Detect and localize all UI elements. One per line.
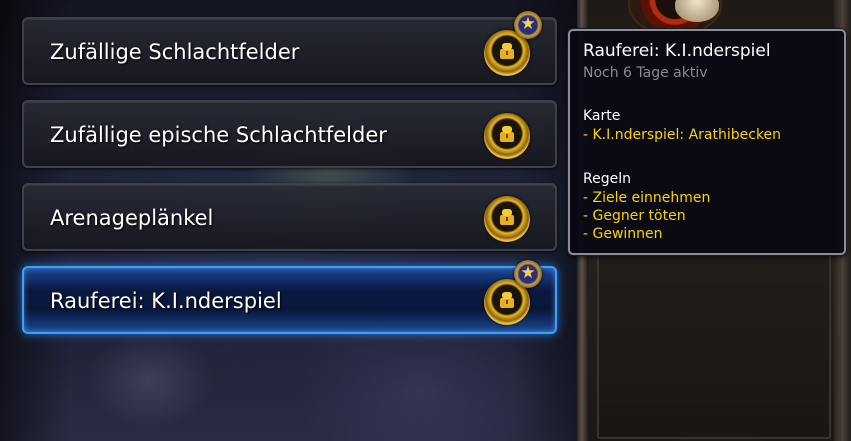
queue-item-random-epic-battlegrounds[interactable]: Zufällige epische Schlachtfelder	[22, 100, 557, 168]
queue-item-label: Rauferei: K.I.nderspiel	[50, 289, 282, 313]
bonus-star-icon: ★	[514, 260, 542, 288]
tooltip-rule-line: - Ziele einnehmen	[583, 190, 711, 206]
tooltip-rules-heading: Regeln	[583, 171, 631, 187]
queue-item-brawl[interactable]: Rauferei: K.I.nderspiel ★	[22, 260, 557, 334]
queue-item-arena-skirmish[interactable]: Arenageplänkel	[22, 183, 557, 251]
right-inner-frame	[597, 250, 831, 439]
tooltip-map-line: - K.I.nderspiel: Arathibecken	[583, 127, 782, 143]
tooltip-rule-line: - Gewinnen	[583, 226, 663, 242]
queue-item-random-battlegrounds[interactable]: Zufällige Schlachtfelder ★	[22, 11, 557, 85]
bonus-star-icon: ★	[514, 11, 542, 39]
queue-item-label: Arenageplänkel	[50, 206, 214, 230]
gold-chest-icon	[484, 196, 530, 242]
queue-item-label: Zufällige Schlachtfelder	[50, 40, 300, 64]
gold-chest-icon	[484, 113, 530, 159]
brawl-tooltip: Rauferei: K.I.nderspiel Noch 6 Tage akti…	[568, 29, 846, 255]
tooltip-duration: Noch 6 Tage aktiv	[583, 65, 708, 81]
tooltip-title: Rauferei: K.I.nderspiel	[583, 41, 771, 61]
tooltip-map-heading: Karte	[583, 108, 621, 124]
tooltip-rule-line: - Gegner töten	[583, 208, 686, 224]
queue-item-label: Zufällige epische Schlachtfelder	[50, 123, 387, 147]
